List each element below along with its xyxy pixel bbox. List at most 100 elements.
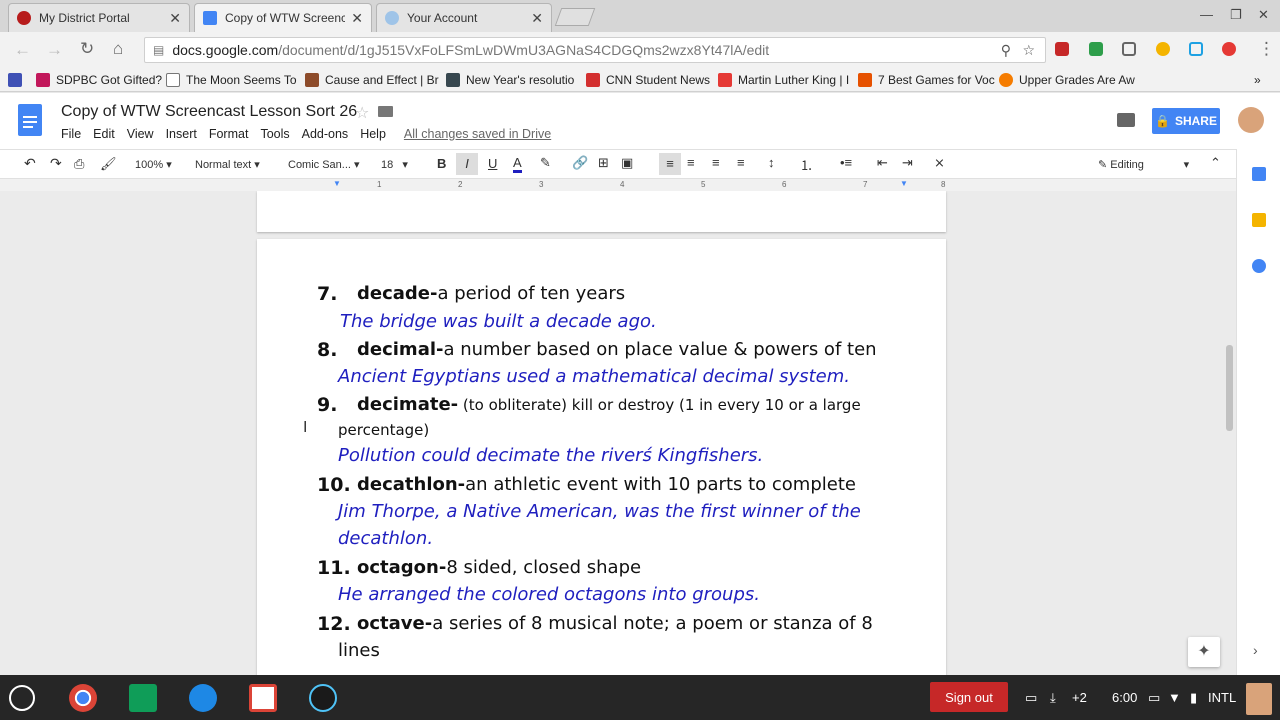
justify-icon[interactable]: ≡	[737, 155, 745, 170]
document-title[interactable]: Copy of WTW Screencast Lesson Sort 26	[61, 103, 357, 121]
apps-icon[interactable]	[8, 73, 28, 87]
minimize-icon[interactable]: —	[1200, 7, 1213, 22]
extension-red-icon[interactable]	[1055, 42, 1069, 56]
calendar-icon[interactable]	[1252, 167, 1266, 181]
bookmark-moon[interactable]: The Moon Seems To	[166, 73, 297, 87]
tab-google-doc[interactable]: Copy of WTW Screencas ✕	[194, 3, 372, 32]
keep-icon[interactable]	[1252, 213, 1266, 227]
clear-formatting-icon[interactable]: ⨯	[934, 155, 945, 171]
launcher-icon[interactable]	[9, 685, 35, 711]
close-tab-icon[interactable]: ✕	[169, 10, 181, 27]
decrease-indent-icon[interactable]: ⇤	[877, 155, 888, 171]
chrome-menu-icon[interactable]: ⋮	[1258, 39, 1275, 59]
numbered-list-icon[interactable]: ⒈	[800, 155, 813, 174]
collapse-menu-icon[interactable]: ⌃	[1210, 155, 1221, 171]
tab-district-portal[interactable]: My District Portal ✕	[8, 3, 190, 32]
chrome-app-icon[interactable]	[69, 684, 97, 712]
tab-your-account[interactable]: Your Account ✕	[376, 3, 552, 32]
menu-insert[interactable]: Insert	[166, 127, 197, 141]
more-bookmarks-icon[interactable]: »	[1254, 73, 1261, 87]
menu-view[interactable]: View	[127, 127, 154, 141]
forward-icon[interactable]: →	[46, 40, 63, 60]
google-docs-logo-icon[interactable]	[18, 104, 42, 136]
zoom-search-icon[interactable]: ⚲	[1001, 42, 1011, 59]
screencastify-app-icon[interactable]	[309, 684, 337, 712]
vertical-scrollbar[interactable]	[1226, 345, 1233, 431]
input-method[interactable]: INTL	[1208, 690, 1236, 705]
bookmark-cnn[interactable]: CNN Student News	[586, 73, 710, 87]
increase-indent-icon[interactable]: ⇥	[902, 155, 913, 171]
share-button[interactable]: 🔒 SHARE	[1152, 108, 1220, 134]
font-select[interactable]: Comic San... ▾	[288, 158, 360, 171]
new-tab-button[interactable]	[554, 8, 596, 26]
extension-green-icon[interactable]	[1089, 42, 1103, 56]
menu-tools[interactable]: Tools	[260, 127, 289, 141]
classroom-app-icon[interactable]	[129, 684, 157, 712]
reload-icon[interactable]: ↻	[80, 39, 94, 59]
left-indent-marker-icon[interactable]: ▼	[333, 179, 341, 188]
restore-icon[interactable]: ❐	[1230, 7, 1242, 23]
underline-icon[interactable]: U	[488, 156, 497, 171]
bookmark-games[interactable]: 7 Best Games for Voc	[858, 73, 995, 87]
bookmark-upper-grades[interactable]: Upper Grades Are Aw	[999, 73, 1135, 87]
extension-record-icon[interactable]	[1222, 42, 1236, 56]
paint-format-icon[interactable]: 🖌	[100, 156, 117, 172]
bookmark-sdpbc[interactable]: SDPBC Got Gifted?	[36, 73, 162, 87]
italic-icon[interactable]: I	[456, 153, 478, 175]
comments-icon[interactable]	[1117, 113, 1135, 127]
editing-mode-select[interactable]: ✎ Editing ▾	[1098, 158, 1189, 171]
bookmark-mlk[interactable]: Martin Luther King | I	[718, 73, 849, 87]
align-left-icon[interactable]: ≡	[659, 153, 681, 175]
user-avatar[interactable]	[1238, 107, 1264, 133]
insert-comment-icon[interactable]: ⊞	[598, 155, 609, 171]
back-icon[interactable]: ←	[14, 40, 31, 60]
folder-icon[interactable]	[378, 106, 393, 117]
bookmark-star-icon[interactable]: ☆	[1022, 42, 1035, 59]
page-info-icon[interactable]: ▤	[153, 43, 164, 57]
document-page[interactable]: 7. decade-a period of ten years The brid…	[257, 239, 946, 675]
menu-file[interactable]: File	[61, 127, 81, 141]
link-icon[interactable]: 🔗	[572, 155, 588, 171]
menu-format[interactable]: Format	[209, 127, 249, 141]
align-right-icon[interactable]: ≡	[712, 155, 720, 170]
bulleted-list-icon[interactable]: •≡	[840, 155, 852, 170]
menu-addons[interactable]: Add-ons	[302, 127, 349, 141]
user-avatar[interactable]	[1246, 683, 1272, 715]
tasks-icon[interactable]	[1252, 259, 1266, 273]
close-tab-icon[interactable]: ✕	[351, 10, 363, 27]
download-icon[interactable]: ⤓	[1050, 690, 1056, 706]
clock[interactable]: 6:00	[1112, 690, 1137, 705]
extension-play-icon[interactable]	[1156, 42, 1170, 56]
bold-icon[interactable]: B	[437, 156, 446, 171]
battery-icon[interactable]: ▮	[1190, 690, 1197, 706]
star-icon[interactable]: ☆	[355, 103, 369, 123]
files-app-icon[interactable]	[189, 684, 217, 712]
extension-screen-icon[interactable]	[1189, 42, 1203, 56]
menu-help[interactable]: Help	[360, 127, 386, 141]
redo-icon[interactable]: ↷	[50, 155, 62, 172]
expand-panel-icon[interactable]: ›	[1253, 642, 1258, 658]
save-status[interactable]: All changes saved in Drive	[404, 127, 551, 141]
address-bar[interactable]: ▤ docs.google.com /document/d/1gJ515VxFo…	[144, 37, 1046, 63]
right-indent-marker-icon[interactable]: ▼	[900, 179, 908, 188]
display-icon[interactable]: ▭	[1148, 690, 1160, 706]
close-window-icon[interactable]: ✕	[1258, 7, 1269, 23]
style-select[interactable]: Normal text ▾	[195, 158, 260, 171]
text-color-icon[interactable]: A	[513, 155, 522, 173]
line-spacing-icon[interactable]: ↕	[768, 155, 775, 170]
bookmark-new-year[interactable]: New Year's resolutio	[446, 73, 574, 87]
undo-icon[interactable]: ↶	[24, 155, 36, 172]
bookmark-cause-effect[interactable]: Cause and Effect | Br	[305, 73, 439, 87]
align-center-icon[interactable]: ≡	[687, 155, 695, 170]
zoom-select[interactable]: 100% ▾	[135, 158, 172, 171]
wifi-icon[interactable]: ▼	[1168, 690, 1181, 705]
insert-image-icon[interactable]: ▣	[621, 155, 633, 171]
close-tab-icon[interactable]: ✕	[531, 10, 543, 27]
home-icon[interactable]: ⌂	[113, 39, 123, 59]
cast-icon[interactable]	[1122, 42, 1136, 56]
gmail-app-icon[interactable]	[249, 684, 277, 712]
print-icon[interactable]: ⎙	[74, 156, 84, 172]
explore-button[interactable]: ✦	[1188, 637, 1220, 667]
highlight-icon[interactable]: ✎	[540, 155, 551, 171]
menu-edit[interactable]: Edit	[93, 127, 115, 141]
